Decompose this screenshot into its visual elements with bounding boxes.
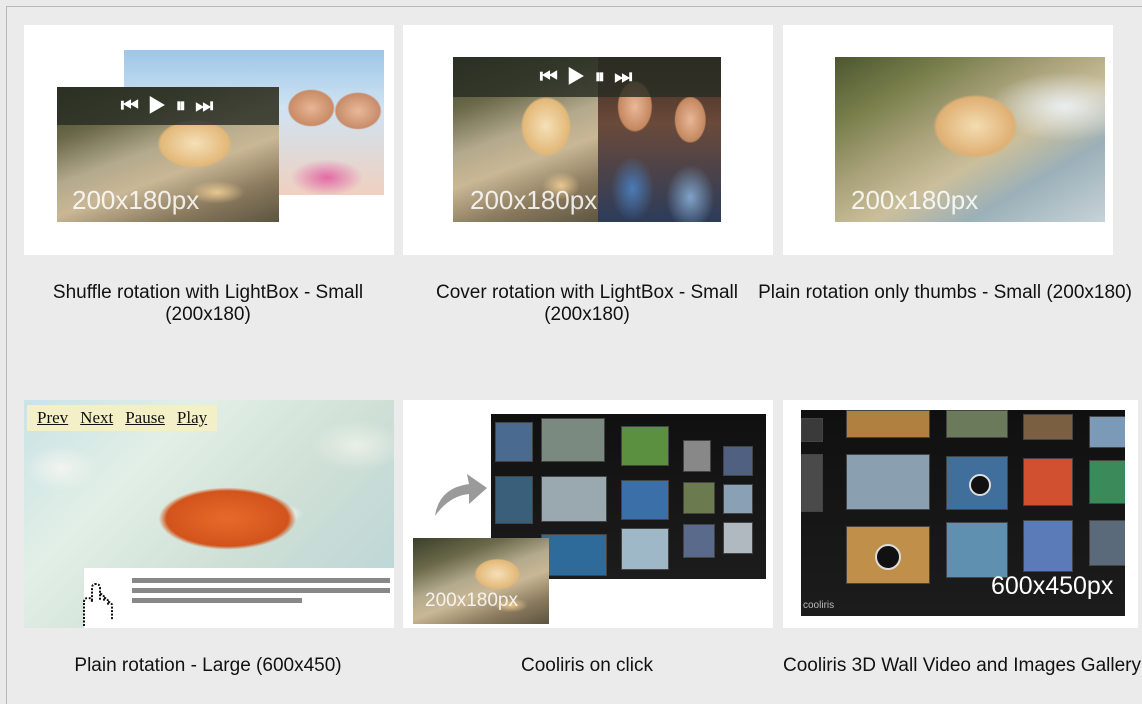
size-label: 600x450px — [991, 572, 1114, 600]
wall-tile — [801, 418, 823, 442]
wall-tile — [541, 418, 605, 462]
wall-tile — [946, 522, 1008, 578]
wall-tile — [621, 480, 669, 520]
gallery-caption: Cooliris 3D Wall Video and Images Galler… — [783, 655, 1141, 676]
player-controls-icons[interactable]: ⏮ ▶ ⏸ ⏭ — [121, 95, 216, 118]
next-link[interactable]: Next — [80, 408, 113, 428]
wall-tile — [1023, 520, 1073, 572]
gallery-caption: Cooliris on click — [521, 655, 653, 676]
gallery-thumb-cooliris-3d[interactable]: cooliris 600x450px — [783, 400, 1138, 628]
wall-tile — [541, 476, 607, 522]
wall-tile — [1089, 460, 1125, 504]
size-label: 200x180px — [851, 185, 979, 215]
hand-cursor-icon — [83, 582, 113, 626]
gallery-caption: Shuffle rotation with LightBox - Small (… — [52, 282, 364, 325]
gallery-caption: Plain rotation only thumbs - Small (200x… — [758, 282, 1132, 303]
wall-tile — [621, 528, 669, 570]
wall-tile — [723, 522, 753, 554]
gallery-frame: ⏮ ▶ ⏸ ⏭ 200x180px Shuffle rotation with … — [6, 6, 1142, 704]
gallery-thumb-cooliris-click[interactable]: 200x180px — [403, 400, 773, 628]
pause-link[interactable]: Pause — [125, 408, 165, 428]
gallery-thumb-plain-small[interactable]: 200x180px — [783, 25, 1113, 255]
cooliris-watermark: cooliris — [803, 600, 835, 611]
player-controls[interactable]: ⏮ ▶ ⏸ ⏭ — [57, 87, 279, 125]
text-line — [132, 598, 302, 603]
wall-tile — [723, 446, 753, 476]
gallery-thumb-shuffle[interactable]: ⏮ ▶ ⏸ ⏭ 200x180px — [24, 25, 394, 255]
wall-tile — [723, 484, 753, 514]
wall-tile — [495, 422, 533, 462]
wall-tile — [683, 440, 711, 472]
text-line — [132, 578, 390, 583]
description-panel — [84, 568, 394, 628]
prev-link[interactable]: Prev — [37, 408, 68, 428]
wall-tile — [683, 482, 715, 514]
play-icon[interactable] — [969, 474, 991, 496]
wall-tile — [1089, 520, 1125, 566]
player-controls[interactable]: ⏮ ▶ ⏸ ⏭ — [453, 57, 721, 97]
wall-tile — [495, 476, 533, 524]
size-label: 200x180px — [425, 590, 518, 611]
wall-tile — [683, 524, 715, 558]
wall-tile — [1089, 416, 1125, 448]
wall-tile — [846, 410, 930, 438]
play-icon[interactable] — [875, 544, 901, 570]
wall-tile — [846, 454, 930, 510]
wall-tile — [621, 426, 669, 466]
wall-tile — [1023, 414, 1073, 440]
text-line — [132, 588, 390, 593]
wall-tile — [946, 410, 1008, 438]
wall-tile — [1023, 458, 1073, 506]
gallery-thumb-cover[interactable]: ⏮ ▶ ⏸ ⏭ 200x180px — [403, 25, 773, 255]
curved-arrow-icon — [435, 474, 487, 516]
gallery-thumb-plain-large[interactable]: Prev Next Pause Play — [24, 400, 394, 628]
wall-tile — [801, 454, 823, 512]
size-label: 200x180px — [470, 185, 598, 215]
size-label: 200x180px — [72, 185, 200, 215]
player-controls-icons[interactable]: ⏮ ▶ ⏸ ⏭ — [540, 66, 635, 89]
gallery-caption: Plain rotation - Large (600x450) — [74, 655, 342, 676]
slideshow-nav: Prev Next Pause Play — [27, 405, 218, 431]
gallery-caption: Cover rotation with LightBox - Small (20… — [435, 282, 738, 325]
wall-tile — [541, 534, 607, 576]
play-link[interactable]: Play — [177, 408, 207, 428]
